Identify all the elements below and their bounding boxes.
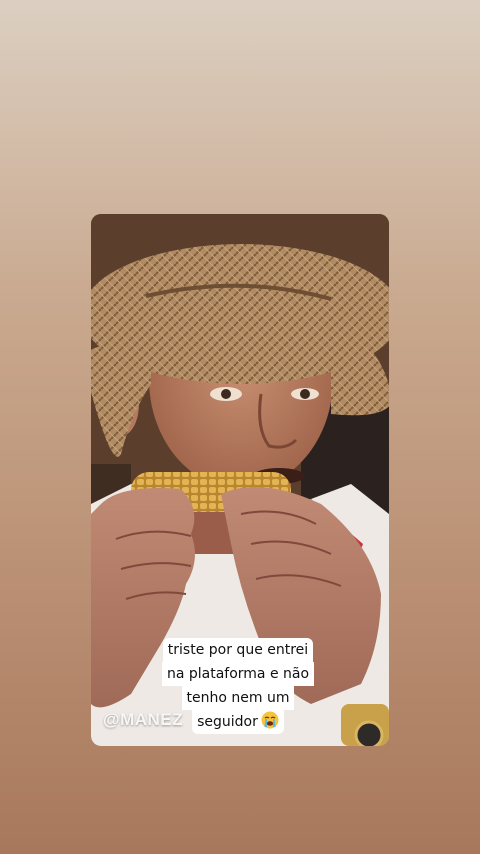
caption-line-3: tenho nem um: [181, 686, 295, 710]
caption-line-2: na plataforma e não: [161, 662, 315, 686]
caption-line-4-text: seguidor: [197, 714, 258, 730]
story-card[interactable]: @MANEZ triste por que entrei na platafor…: [91, 214, 389, 746]
caption-line-4: seguidor: [192, 710, 284, 734]
loudly-crying-face-icon: [261, 710, 279, 734]
caption-sticker[interactable]: triste por que entrei na plataforma e nã…: [151, 638, 325, 734]
caption-line-1: triste por que entrei: [162, 638, 314, 662]
